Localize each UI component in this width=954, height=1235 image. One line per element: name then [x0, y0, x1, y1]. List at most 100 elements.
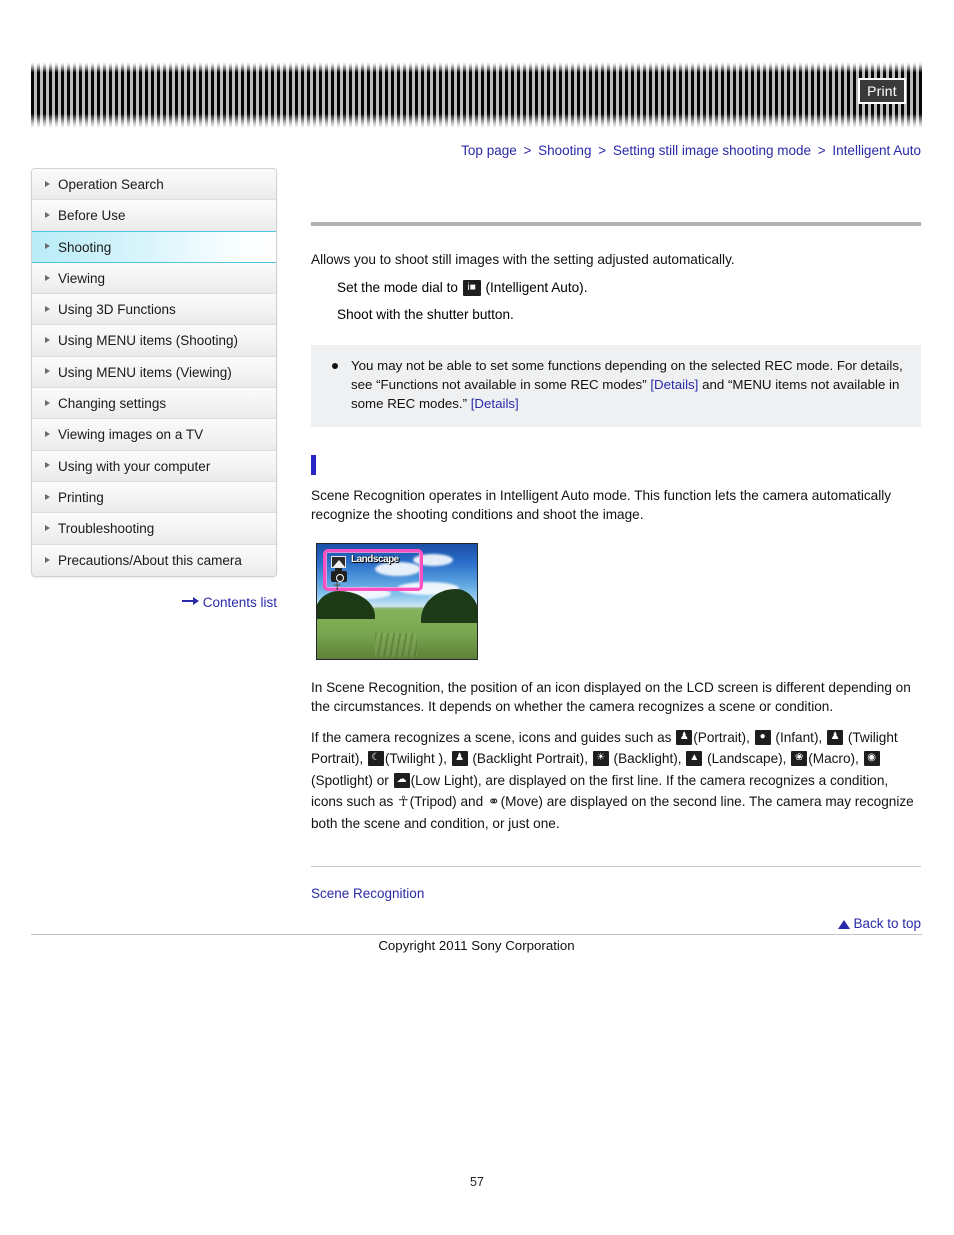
- note-item: You may not be able to set some function…: [325, 356, 907, 414]
- osd-highlight-box: Landscape ☥: [323, 548, 423, 593]
- sidebar-item-using-3d-functions[interactable]: Using 3D Functions: [32, 294, 276, 326]
- chevron-right-icon: [45, 493, 50, 500]
- explain-text: (Infant),: [771, 729, 827, 745]
- header-fade-overlay: [31, 62, 922, 128]
- sidebar-item-changing-settings[interactable]: Changing settings: [32, 388, 276, 420]
- sidebar-item-using-with-your-computer[interactable]: Using with your computer: [32, 450, 276, 482]
- step-set-mode-dial: Set the mode dial to i■ (Intelligent Aut…: [337, 278, 921, 298]
- explain-text: (Twilight ),: [384, 751, 451, 767]
- sidebar-item-operation-search[interactable]: Operation Search: [32, 169, 276, 201]
- sidebar-item-troubleshooting[interactable]: Troubleshooting: [32, 513, 276, 545]
- title-divider: [311, 222, 921, 226]
- chevron-right-icon: [45, 337, 50, 344]
- breadcrumb-item-setting-still-image-shooting-mode[interactable]: Setting still image shooting mode: [613, 143, 811, 158]
- explain-text: (Tripod) and: [409, 794, 487, 810]
- sidebar-item-shooting[interactable]: Shooting: [32, 230, 276, 263]
- sidebar-item-label: Viewing images on a TV: [58, 427, 204, 443]
- sidebar-item-label: Shooting: [58, 239, 112, 255]
- chevron-right-icon: [45, 305, 50, 312]
- infant-icon: ●: [754, 729, 771, 745]
- sidebar-item-label: Using MENU items (Shooting): [58, 333, 239, 349]
- sidebar-item-label: Before Use: [58, 208, 126, 224]
- scene-recognition-paragraph: Scene Recognition operates in Intelligen…: [311, 487, 892, 523]
- twilight-portrait-icon: ♟: [827, 729, 844, 745]
- scene-recognition-link[interactable]: Scene Recognition: [311, 886, 424, 901]
- breadcrumb-separator: >: [598, 143, 607, 158]
- page-number: 57: [470, 1175, 484, 1189]
- sidebar-item-label: Using with your computer: [58, 458, 211, 474]
- explain-text: (Portrait),: [693, 729, 754, 745]
- portrait-icon: ♟: [676, 729, 693, 745]
- sidebar-item-viewing-images-on-a-tv[interactable]: Viewing images on a TV: [32, 419, 276, 451]
- main-content: Allows you to shoot still images with th…: [311, 168, 921, 903]
- breadcrumb-item-top-page[interactable]: Top page: [461, 143, 517, 158]
- back-to-top-label: Back to top: [853, 916, 921, 931]
- sidebar-item-label: Viewing: [58, 270, 106, 286]
- low-light-icon: ☁: [393, 772, 410, 788]
- landscape-icon: [331, 555, 346, 568]
- sidebar-item-label: Changing settings: [58, 396, 167, 412]
- print-button[interactable]: Print: [858, 78, 906, 104]
- bottom-divider: [311, 866, 921, 868]
- sidebar-item-label: Precautions/About this camera: [58, 552, 242, 568]
- explain-paragraph-2: If the camera recognizes a scene, icons …: [311, 727, 921, 835]
- sidebar-item-label: Operation Search: [58, 177, 164, 192]
- step-shoot-with-shutter: Shoot with the shutter button.: [337, 307, 514, 322]
- twilight-icon: ☾: [367, 751, 384, 767]
- chevron-right-icon: [45, 524, 50, 531]
- chevron-right-icon: [45, 243, 50, 250]
- chevron-right-icon: [45, 180, 50, 187]
- move-icon: ⚭: [487, 794, 500, 810]
- step-text-before: Set the mode dial to: [337, 279, 462, 295]
- arrow-right-icon: [181, 594, 200, 609]
- sidebar-nav: Operation Search Before Use Shooting Vie…: [31, 168, 277, 577]
- explain-text: (Spotlight) or: [311, 772, 393, 788]
- breadcrumb-separator: >: [817, 143, 826, 158]
- section-marker-bar: [311, 454, 316, 475]
- copyright-text: Copyright 2011 Sony Corporation: [378, 938, 575, 953]
- sidebar-item-viewing[interactable]: Viewing: [32, 262, 276, 295]
- contents-list-label: Contents list: [202, 595, 277, 610]
- breadcrumb: Top page > Shooting > Setting still imag…: [461, 143, 921, 158]
- step-text-after: (Intelligent Auto).: [481, 279, 588, 295]
- explain-text: If the camera recognizes a scene, icons …: [311, 729, 676, 745]
- bullet-icon: [332, 362, 338, 369]
- explain-text: (Macro),: [808, 751, 863, 767]
- explain-text: (Backlight),: [609, 751, 686, 767]
- explain-text: (Landscape),: [703, 751, 791, 767]
- back-to-top-link[interactable]: Back to top: [311, 916, 921, 931]
- breadcrumb-item-intelligent-auto[interactable]: Intelligent Auto: [832, 143, 921, 158]
- field-furrow: [374, 632, 417, 657]
- footer-divider: [31, 934, 922, 935]
- triangle-up-icon: [838, 920, 851, 929]
- details-link-2[interactable]: [Details]: [471, 396, 519, 411]
- tripod-icon: ☥: [333, 580, 342, 593]
- sidebar-item-printing[interactable]: Printing: [32, 481, 276, 514]
- sidebar-item-before-use[interactable]: Before Use: [32, 200, 276, 232]
- header-banner: Print: [31, 62, 922, 128]
- sidebar-item-label: Printing: [58, 489, 104, 505]
- sidebar-item-using-menu-items-shooting[interactable]: Using MENU items (Shooting): [32, 325, 276, 357]
- chevron-right-icon: [45, 399, 50, 406]
- spotlight-icon: ◉: [863, 751, 880, 767]
- sidebar-item-label: Troubleshooting: [58, 521, 155, 537]
- note-box: You may not be able to set some function…: [311, 344, 921, 427]
- lcd-scene-recognition-figure: Landscape ☥: [316, 542, 478, 660]
- contents-list-link[interactable]: Contents list: [31, 594, 277, 610]
- chevron-right-icon: [45, 274, 50, 281]
- breadcrumb-item-shooting[interactable]: Shooting: [538, 143, 591, 158]
- chevron-right-icon: [45, 462, 50, 469]
- macro-icon: ❀: [791, 751, 808, 767]
- breadcrumb-separator: >: [523, 143, 532, 158]
- details-link-1[interactable]: [Details]: [650, 377, 698, 392]
- landscape-icon: ▲: [686, 751, 703, 767]
- sidebar-item-using-menu-items-viewing[interactable]: Using MENU items (Viewing): [32, 356, 276, 389]
- chevron-right-icon: [45, 368, 50, 375]
- sidebar-item-precautions-about-this-camera[interactable]: Precautions/About this camera: [32, 544, 276, 576]
- backlight-icon: ☀: [592, 751, 609, 767]
- intro-paragraph: Allows you to shoot still images with th…: [311, 252, 735, 267]
- sidebar-item-label: Using MENU items (Viewing): [58, 364, 232, 380]
- backlight-portrait-icon: ♟: [451, 751, 468, 767]
- explain-text: (Backlight Portrait),: [468, 751, 592, 767]
- sidebar-item-label: Using 3D Functions: [58, 302, 176, 318]
